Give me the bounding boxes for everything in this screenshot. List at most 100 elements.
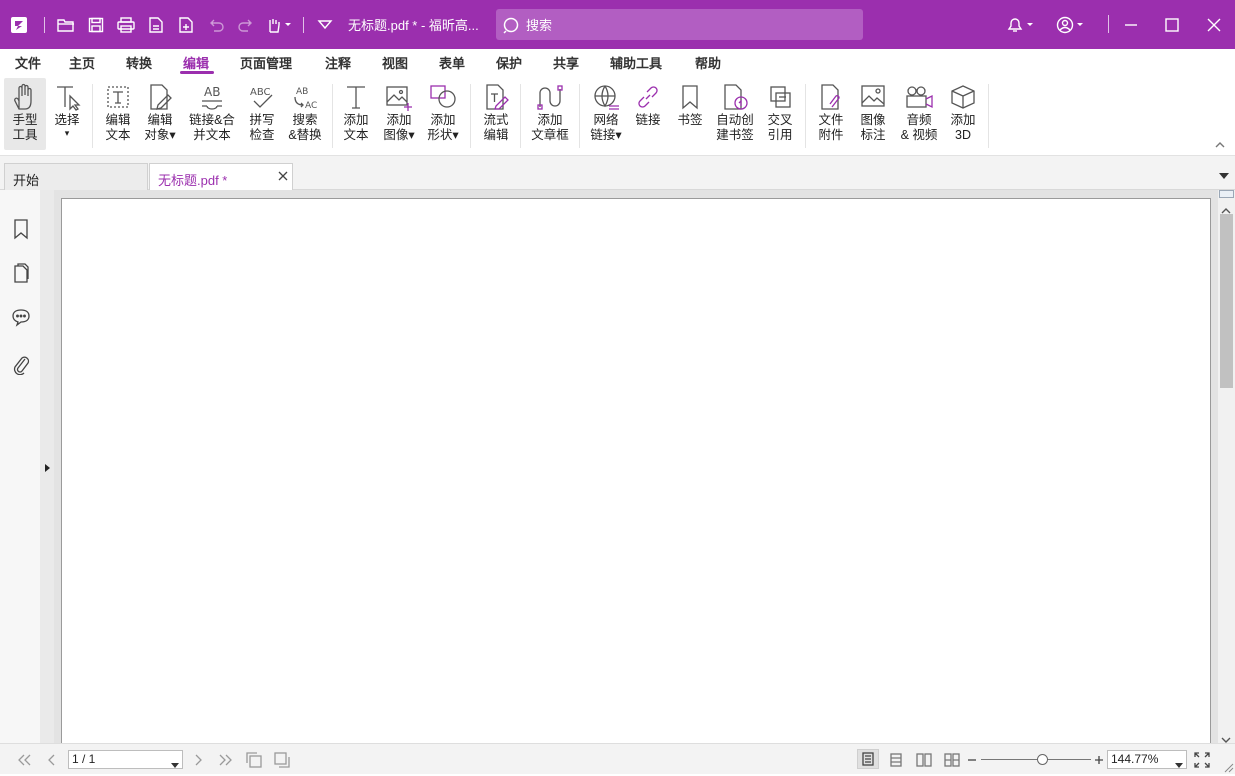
- menu-convert[interactable]: 转换: [126, 53, 152, 72]
- menu-home[interactable]: 主页: [69, 53, 95, 72]
- menu-accessibility[interactable]: 辅助工具: [610, 53, 662, 72]
- edit-object-button[interactable]: 编辑 对象▾: [140, 78, 180, 150]
- search-replace-button[interactable]: AB AC 搜索 &替换: [284, 78, 326, 150]
- link-merge-text-button[interactable]: AB 链接&合 并文本: [186, 78, 238, 150]
- minimize-icon[interactable]: [1111, 0, 1151, 49]
- redo-icon[interactable]: [231, 0, 261, 49]
- last-page-icon[interactable]: [216, 751, 236, 769]
- select-dropdown-icon[interactable]: ▾: [65, 126, 70, 141]
- auto-bookmark-label-2: 建书签: [716, 128, 754, 142]
- comments-panel-icon[interactable]: [10, 305, 32, 329]
- new-document-icon[interactable]: [171, 0, 201, 49]
- menu-view[interactable]: 视图: [382, 53, 408, 72]
- vertical-scrollbar[interactable]: [1218, 190, 1235, 743]
- tab-document[interactable]: 无标题.pdf *: [149, 163, 293, 191]
- continuous-facing-view-icon[interactable]: [941, 751, 963, 769]
- next-page-icon[interactable]: [190, 751, 206, 769]
- ribbon-separator: [332, 84, 333, 148]
- menu-protect[interactable]: 保护: [496, 53, 522, 72]
- attachments-panel-icon[interactable]: [10, 352, 32, 376]
- facing-view-icon[interactable]: [913, 751, 935, 769]
- menu-file[interactable]: 文件: [15, 53, 41, 72]
- edit-text-label-2: 文本: [105, 128, 131, 142]
- file-attachment-button[interactable]: 文件 附件: [812, 78, 850, 150]
- hand-tool-dropdown-icon[interactable]: [261, 0, 297, 49]
- zoom-level-field[interactable]: 144.77%: [1107, 750, 1187, 769]
- previous-page-icon[interactable]: [44, 751, 60, 769]
- flow-edit-button[interactable]: 流式 编辑: [478, 78, 514, 150]
- search-replace-icon: AB AC: [294, 87, 317, 111]
- close-window-icon[interactable]: [1194, 0, 1234, 49]
- first-page-icon[interactable]: [14, 751, 34, 769]
- print-icon[interactable]: [111, 0, 141, 49]
- single-page-view-icon[interactable]: [857, 749, 879, 769]
- zoom-out-icon[interactable]: [965, 751, 979, 769]
- menu-comment[interactable]: 注释: [325, 53, 351, 72]
- menu-share[interactable]: 共享: [553, 53, 579, 72]
- search-replace-label-2: &替换: [288, 128, 322, 142]
- select-button[interactable]: 选择 ▾: [50, 78, 84, 150]
- account-icon[interactable]: [1050, 0, 1090, 49]
- menu-form[interactable]: 表单: [439, 53, 465, 72]
- document-view: [54, 190, 1218, 758]
- add-article-box-button[interactable]: 添加 文章框: [528, 78, 572, 150]
- add-image-label-1: 添加: [386, 113, 412, 127]
- maximize-icon[interactable]: [1152, 0, 1192, 49]
- previous-view-icon[interactable]: [244, 751, 264, 769]
- auto-bookmark-button[interactable]: 自动创 建书签: [712, 78, 758, 150]
- tab-start[interactable]: 开始: [4, 163, 148, 190]
- collapse-ribbon-icon[interactable]: [1214, 138, 1226, 153]
- link-merge-text-label-1: 链接&合: [189, 113, 235, 127]
- flow-edit-label-1: 流式: [483, 113, 509, 127]
- search-box[interactable]: 搜索: [496, 9, 863, 40]
- add-text-button[interactable]: 添加 文本: [338, 78, 374, 150]
- link-button[interactable]: 链接: [630, 78, 666, 150]
- menu-help[interactable]: 帮助: [695, 53, 721, 72]
- zoom-slider-thumb[interactable]: [1036, 754, 1048, 765]
- fullscreen-icon[interactable]: [1193, 751, 1211, 769]
- cross-reference-button[interactable]: 交叉 引用: [762, 78, 798, 150]
- scrollbar-thumb[interactable]: [1220, 214, 1233, 388]
- notification-bell-icon[interactable]: [1000, 0, 1040, 49]
- bookmark-button[interactable]: 书签: [672, 78, 708, 150]
- expand-panel-icon[interactable]: [44, 461, 51, 476]
- add-shape-label-1: 添加: [430, 113, 456, 127]
- link-merge-text-icon: AB: [202, 85, 222, 110]
- scrollbar-split-handle[interactable]: [1219, 190, 1234, 198]
- document-title: 无标题.pdf * - 福昕高...: [348, 18, 478, 33]
- image-annotation-label-1: 图像: [860, 113, 886, 127]
- bookmarks-panel-icon[interactable]: [10, 217, 32, 241]
- zoom-dropdown-icon[interactable]: [1175, 757, 1183, 771]
- foxit-logo-icon[interactable]: [0, 0, 38, 49]
- zoom-in-icon[interactable]: [1092, 751, 1106, 769]
- add-image-button[interactable]: 添加 图像▾: [378, 78, 420, 150]
- spell-check-button[interactable]: ABC 拼写 检查: [244, 78, 280, 150]
- menu-edit[interactable]: 编辑: [183, 53, 209, 72]
- edit-text-button[interactable]: 编辑 文本: [100, 78, 136, 150]
- web-link-button[interactable]: 网络 链接▾: [586, 78, 626, 150]
- page-number-field[interactable]: 1 / 1: [68, 750, 183, 769]
- search-icon: [503, 17, 519, 34]
- audio-video-button[interactable]: 音频 & 视频: [896, 78, 942, 150]
- undo-icon[interactable]: [201, 0, 231, 49]
- hand-tool-button[interactable]: 手型 工具: [4, 78, 46, 150]
- hand-tool-label-1: 手型: [12, 113, 38, 127]
- customize-quick-access-icon[interactable]: [310, 0, 340, 49]
- image-annotation-button[interactable]: 图像 标注: [854, 78, 892, 150]
- web-link-label-2: 链接▾: [590, 128, 622, 142]
- add-shape-button[interactable]: 添加 形状▾: [422, 78, 464, 150]
- add-3d-button[interactable]: 添加 3D: [944, 78, 982, 150]
- open-folder-icon[interactable]: [51, 0, 81, 49]
- close-tab-icon[interactable]: [278, 169, 288, 184]
- ribbon-separator: [805, 84, 806, 148]
- next-view-icon[interactable]: [272, 751, 292, 769]
- menu-page-management[interactable]: 页面管理: [240, 53, 292, 72]
- pages-panel-icon[interactable]: [10, 261, 32, 285]
- save-icon[interactable]: [81, 0, 111, 49]
- tab-list-dropdown-icon[interactable]: [1218, 168, 1230, 183]
- continuous-view-icon[interactable]: [885, 751, 907, 769]
- ribbon-toolbar: 手型 工具 选择 ▾ 编辑 文本 编辑 对象▾ AB 链接&合 并文本 ABC …: [0, 76, 1235, 156]
- document-properties-icon[interactable]: [141, 0, 171, 49]
- page-dropdown-icon[interactable]: [171, 757, 179, 771]
- pdf-page[interactable]: [61, 198, 1211, 758]
